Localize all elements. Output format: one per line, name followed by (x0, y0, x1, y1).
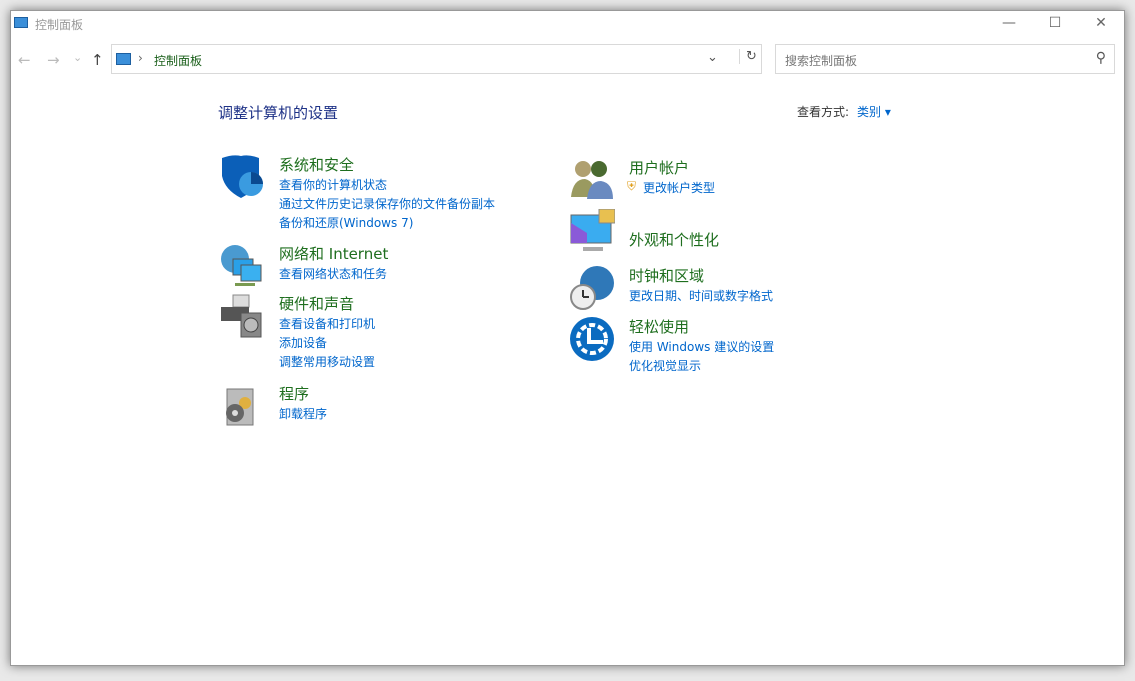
control-panel-icon (116, 53, 131, 65)
category-link[interactable]: 调整常用移动设置 (279, 353, 375, 370)
uac-shield-icon: ⛨ (627, 179, 637, 193)
minimize-button[interactable]: — (986, 11, 1032, 35)
address-bar[interactable]: › 控制面板 ⌄ ↻ (111, 44, 762, 74)
page-title: 调整计算机的设置 (218, 104, 339, 122)
address-controls: ⌄ ↻ (699, 45, 761, 73)
forward-button[interactable]: → (47, 51, 60, 69)
category-link[interactable]: 优化视觉显示 (629, 357, 701, 374)
refresh-button[interactable]: ↻ (739, 49, 757, 64)
view-by-dropdown[interactable]: 类别 ▾ (857, 105, 891, 119)
category-link[interactable]: 添加设备 (279, 334, 327, 351)
users-icon (571, 161, 613, 199)
control-panel-icon (14, 17, 28, 28)
title-bar: 控制面板 — ☐ ✕ (11, 11, 1124, 35)
chevron-right-icon: › (138, 51, 143, 65)
category-title[interactable]: 硬件和声音 (279, 293, 354, 314)
category-link[interactable]: 通过文件历史记录保存你的文件备份副本 (279, 195, 495, 212)
category-link[interactable]: 备份和还原(Windows 7) (279, 214, 413, 231)
view-by-label: 查看方式: (797, 105, 850, 119)
up-button[interactable]: ↑ (91, 51, 104, 69)
network-icon (221, 245, 262, 286)
category-link[interactable]: 使用 Windows 建议的设置 (629, 338, 774, 355)
category-title[interactable]: 轻松使用 (629, 316, 689, 337)
search-icon[interactable]: ⚲ (1096, 50, 1106, 66)
control-panel-window: 控制面板 — ☐ ✕ ← → ⌄ ↑ › 控制面板 ⌄ ↻ 搜索控制面板 ⚲ 调… (10, 10, 1125, 666)
breadcrumb-control-panel[interactable]: 控制面板 (154, 52, 202, 69)
category-title[interactable]: 用户帐户 (629, 157, 689, 178)
appearance-icon (570, 209, 615, 251)
ease-of-access-icon (570, 317, 614, 361)
clock-globe-icon (570, 266, 614, 310)
window-title: 控制面板 (35, 18, 84, 32)
category-link[interactable]: 查看你的计算机状态 (279, 176, 387, 193)
category-title[interactable]: 系统和安全 (279, 154, 354, 175)
category-title[interactable]: 程序 (279, 383, 309, 404)
shield-icon (222, 155, 263, 198)
category-title[interactable]: 时钟和区域 (629, 265, 704, 286)
maximize-button[interactable]: ☐ (1032, 11, 1078, 35)
close-button[interactable]: ✕ (1078, 11, 1124, 35)
address-dropdown-button[interactable]: ⌄ (707, 50, 718, 65)
search-placeholder: 搜索控制面板 (785, 54, 858, 68)
printer-speaker-icon (221, 294, 262, 338)
view-by: 查看方式: 类别 ▾ (797, 103, 891, 120)
category-title[interactable]: 网络和 Internet (279, 243, 388, 264)
category-link[interactable]: 查看网络状态和任务 (279, 265, 387, 282)
back-button[interactable]: ← (18, 51, 31, 69)
programs-icon (226, 388, 254, 426)
search-input[interactable]: 搜索控制面板 ⚲ (775, 44, 1115, 74)
recent-locations-button[interactable]: ⌄ (73, 51, 82, 64)
category-link[interactable]: 卸载程序 (279, 405, 327, 422)
category-link[interactable]: 更改帐户类型 (643, 179, 715, 196)
category-link[interactable]: 查看设备和打印机 (279, 315, 375, 332)
category-link[interactable]: 更改日期、时间或数字格式 (629, 287, 773, 304)
category-title[interactable]: 外观和个性化 (629, 229, 719, 250)
